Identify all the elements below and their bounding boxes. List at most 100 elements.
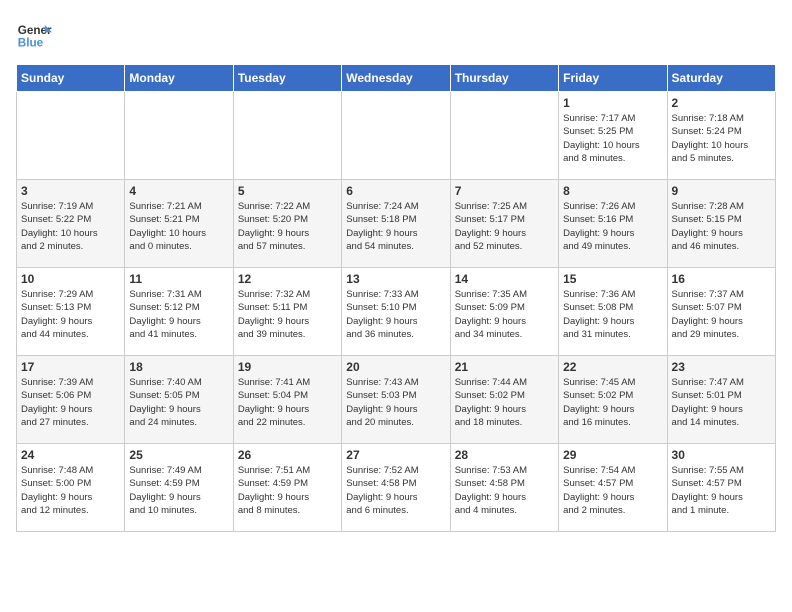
calendar-cell — [233, 92, 341, 180]
calendar-cell: 10 Sunrise: 7:29 AM Sunset: 5:13 PM Dayli… — [17, 268, 125, 356]
day-number: 11 — [129, 272, 228, 286]
day-info: Sunrise: 7:32 AM Sunset: 5:11 PM Dayligh… — [238, 288, 337, 341]
week-row-3: 10 Sunrise: 7:29 AM Sunset: 5:13 PM Dayli… — [17, 268, 776, 356]
calendar-cell: 12 Sunrise: 7:32 AM Sunset: 5:11 PM Dayli… — [233, 268, 341, 356]
calendar-cell: 28Sunrise: 7:53 AM Sunset: 4:58 PM Dayli… — [450, 444, 558, 532]
weekday-header-tuesday: Tuesday — [233, 65, 341, 92]
weekday-header-thursday: Thursday — [450, 65, 558, 92]
calendar-cell: 5Sunrise: 7:22 AM Sunset: 5:20 PM Daylig… — [233, 180, 341, 268]
calendar-cell: 20Sunrise: 7:43 AM Sunset: 5:03 PM Dayli… — [342, 356, 450, 444]
day-info: Sunrise: 7:22 AM Sunset: 5:20 PM Dayligh… — [238, 200, 337, 253]
weekday-header-wednesday: Wednesday — [342, 65, 450, 92]
day-number: 2 — [672, 96, 771, 110]
calendar-cell: 16 Sunrise: 7:37 AM Sunset: 5:07 PM Dayli… — [667, 268, 775, 356]
page-header: General Blue — [16, 16, 776, 52]
day-number: 21 — [455, 360, 554, 374]
calendar-cell: 7 Sunrise: 7:25 AM Sunset: 5:17 PM Daylig… — [450, 180, 558, 268]
calendar-cell: 15 Sunrise: 7:36 AM Sunset: 5:08 PM Dayli… — [559, 268, 667, 356]
day-info: Sunrise: 7:26 AM Sunset: 5:16 PM Dayligh… — [563, 200, 662, 253]
day-number: 26 — [238, 448, 337, 462]
day-info: Sunrise: 7:55 AM Sunset: 4:57 PM Dayligh… — [672, 464, 771, 517]
day-number: 27 — [346, 448, 445, 462]
day-number: 6 — [346, 184, 445, 198]
day-info: Sunrise: 7:37 AM Sunset: 5:07 PM Dayligh… — [672, 288, 771, 341]
calendar-cell — [450, 92, 558, 180]
calendar-cell: 8 Sunrise: 7:26 AM Sunset: 5:16 PM Daylig… — [559, 180, 667, 268]
weekday-header-friday: Friday — [559, 65, 667, 92]
day-info: Sunrise: 7:41 AM Sunset: 5:04 PM Dayligh… — [238, 376, 337, 429]
day-info: Sunrise: 7:25 AM Sunset: 5:17 PM Dayligh… — [455, 200, 554, 253]
day-number: 7 — [455, 184, 554, 198]
calendar-cell: 21 Sunrise: 7:44 AM Sunset: 5:02 PM Dayli… — [450, 356, 558, 444]
weekday-header-monday: Monday — [125, 65, 233, 92]
day-info: Sunrise: 7:35 AM Sunset: 5:09 PM Dayligh… — [455, 288, 554, 341]
calendar-cell: 2 Sunrise: 7:18 AM Sunset: 5:24 PM Daylig… — [667, 92, 775, 180]
week-row-5: 24 Sunrise: 7:48 AM Sunset: 5:00 PM Dayli… — [17, 444, 776, 532]
calendar-cell: 18 Sunrise: 7:40 AM Sunset: 5:05 PM Dayli… — [125, 356, 233, 444]
calendar-cell: 29 Sunrise: 7:54 AM Sunset: 4:57 PM Dayli… — [559, 444, 667, 532]
day-number: 30 — [672, 448, 771, 462]
day-info: Sunrise: 7:24 AM Sunset: 5:18 PM Dayligh… — [346, 200, 445, 253]
calendar-cell: 30 Sunrise: 7:55 AM Sunset: 4:57 PM Dayli… — [667, 444, 775, 532]
day-number: 23 — [672, 360, 771, 374]
calendar-cell: 22Sunrise: 7:45 AM Sunset: 5:02 PM Dayli… — [559, 356, 667, 444]
logo-icon: General Blue — [16, 16, 52, 52]
day-info: Sunrise: 7:18 AM Sunset: 5:24 PM Dayligh… — [672, 112, 771, 165]
day-number: 18 — [129, 360, 228, 374]
calendar-cell: 1Sunrise: 7:17 AM Sunset: 5:25 PM Daylig… — [559, 92, 667, 180]
day-number: 29 — [563, 448, 662, 462]
logo: General Blue — [16, 16, 52, 52]
day-number: 9 — [672, 184, 771, 198]
day-number: 3 — [21, 184, 120, 198]
day-info: Sunrise: 7:39 AM Sunset: 5:06 PM Dayligh… — [21, 376, 120, 429]
day-number: 13 — [346, 272, 445, 286]
day-number: 25 — [129, 448, 228, 462]
day-info: Sunrise: 7:49 AM Sunset: 4:59 PM Dayligh… — [129, 464, 228, 517]
day-info: Sunrise: 7:52 AM Sunset: 4:58 PM Dayligh… — [346, 464, 445, 517]
day-info: Sunrise: 7:33 AM Sunset: 5:10 PM Dayligh… — [346, 288, 445, 341]
weekday-header-sunday: Sunday — [17, 65, 125, 92]
day-info: Sunrise: 7:40 AM Sunset: 5:05 PM Dayligh… — [129, 376, 228, 429]
calendar-cell: 17 Sunrise: 7:39 AM Sunset: 5:06 PM Dayli… — [17, 356, 125, 444]
day-info: Sunrise: 7:51 AM Sunset: 4:59 PM Dayligh… — [238, 464, 337, 517]
day-number: 4 — [129, 184, 228, 198]
day-info: Sunrise: 7:54 AM Sunset: 4:57 PM Dayligh… — [563, 464, 662, 517]
calendar-cell: 14 Sunrise: 7:35 AM Sunset: 5:09 PM Dayli… — [450, 268, 558, 356]
calendar-cell: 25 Sunrise: 7:49 AM Sunset: 4:59 PM Dayli… — [125, 444, 233, 532]
calendar-cell — [17, 92, 125, 180]
calendar-cell: 26 Sunrise: 7:51 AM Sunset: 4:59 PM Dayli… — [233, 444, 341, 532]
day-info: Sunrise: 7:36 AM Sunset: 5:08 PM Dayligh… — [563, 288, 662, 341]
day-info: Sunrise: 7:29 AM Sunset: 5:13 PM Dayligh… — [21, 288, 120, 341]
day-number: 17 — [21, 360, 120, 374]
calendar-cell: 23Sunrise: 7:47 AM Sunset: 5:01 PM Dayli… — [667, 356, 775, 444]
calendar-cell: 3 Sunrise: 7:19 AM Sunset: 5:22 PM Daylig… — [17, 180, 125, 268]
week-row-4: 17 Sunrise: 7:39 AM Sunset: 5:06 PM Dayli… — [17, 356, 776, 444]
week-row-2: 3 Sunrise: 7:19 AM Sunset: 5:22 PM Daylig… — [17, 180, 776, 268]
day-number: 8 — [563, 184, 662, 198]
day-info: Sunrise: 7:21 AM Sunset: 5:21 PM Dayligh… — [129, 200, 228, 253]
day-info: Sunrise: 7:44 AM Sunset: 5:02 PM Dayligh… — [455, 376, 554, 429]
week-row-1: 1Sunrise: 7:17 AM Sunset: 5:25 PM Daylig… — [17, 92, 776, 180]
day-info: Sunrise: 7:19 AM Sunset: 5:22 PM Dayligh… — [21, 200, 120, 253]
day-info: Sunrise: 7:31 AM Sunset: 5:12 PM Dayligh… — [129, 288, 228, 341]
day-number: 10 — [21, 272, 120, 286]
day-number: 14 — [455, 272, 554, 286]
calendar-cell: 13 Sunrise: 7:33 AM Sunset: 5:10 PM Dayli… — [342, 268, 450, 356]
calendar-cell: 9 Sunrise: 7:28 AM Sunset: 5:15 PM Daylig… — [667, 180, 775, 268]
day-number: 16 — [672, 272, 771, 286]
day-info: Sunrise: 7:48 AM Sunset: 5:00 PM Dayligh… — [21, 464, 120, 517]
day-info: Sunrise: 7:28 AM Sunset: 5:15 PM Dayligh… — [672, 200, 771, 253]
day-info: Sunrise: 7:45 AM Sunset: 5:02 PM Dayligh… — [563, 376, 662, 429]
calendar-cell — [342, 92, 450, 180]
svg-text:Blue: Blue — [18, 37, 44, 50]
day-number: 12 — [238, 272, 337, 286]
calendar-table: SundayMondayTuesdayWednesdayThursdayFrid… — [16, 64, 776, 532]
day-number: 1 — [563, 96, 662, 110]
day-number: 24 — [21, 448, 120, 462]
day-number: 15 — [563, 272, 662, 286]
calendar-cell: 6 Sunrise: 7:24 AM Sunset: 5:18 PM Daylig… — [342, 180, 450, 268]
day-info: Sunrise: 7:43 AM Sunset: 5:03 PM Dayligh… — [346, 376, 445, 429]
day-info: Sunrise: 7:53 AM Sunset: 4:58 PM Dayligh… — [455, 464, 554, 517]
weekday-header-row: SundayMondayTuesdayWednesdayThursdayFrid… — [17, 65, 776, 92]
weekday-header-saturday: Saturday — [667, 65, 775, 92]
